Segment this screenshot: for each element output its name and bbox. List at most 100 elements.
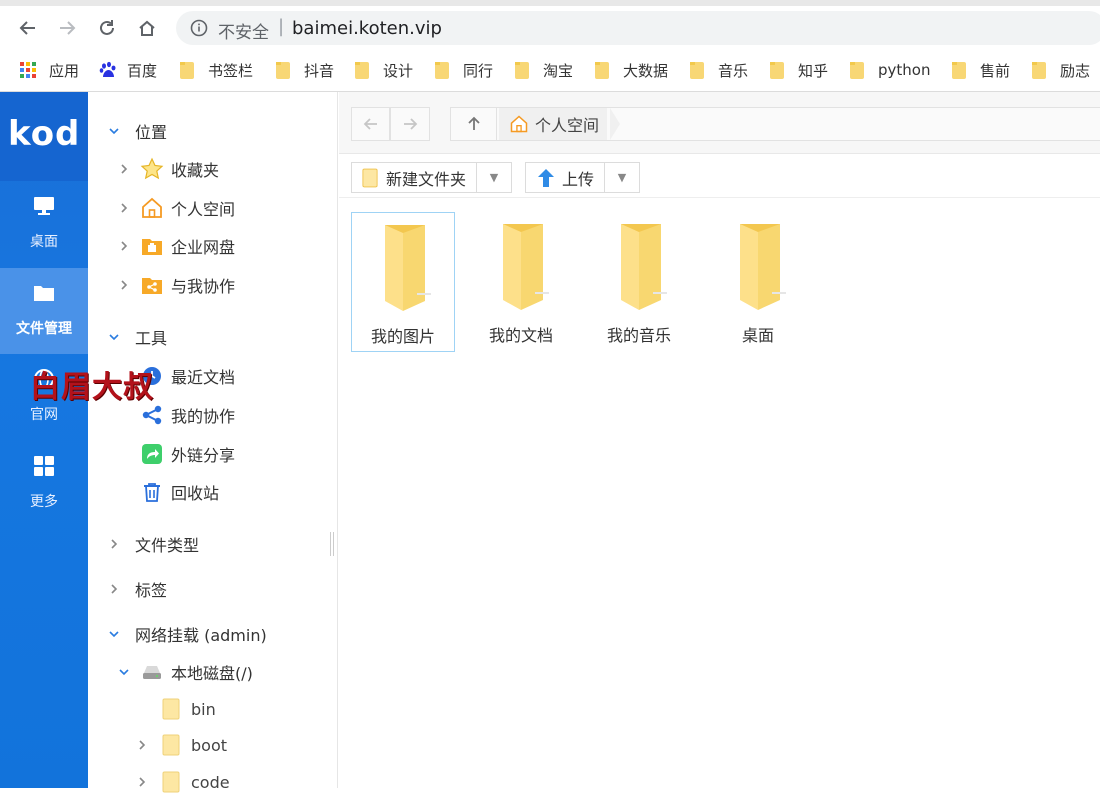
logo-area: kod — [0, 92, 88, 181]
bookmarks-bar: 应用 百度 书签栏 抖音 设计 同行 淘宝 大数据 音乐 知乎 python 售… — [0, 56, 1100, 84]
file-name: 我的音乐 — [606, 326, 671, 345]
file-item-my-documents[interactable]: 我的文档 — [469, 212, 573, 352]
tree-item-my-collaboration[interactable]: 我的协作 — [140, 402, 235, 428]
file-item-desktop[interactable]: 桌面 — [706, 212, 810, 352]
star-icon — [140, 157, 164, 181]
home-icon — [140, 196, 164, 220]
tree-item-favorites[interactable]: 收藏夹 — [118, 156, 219, 182]
chevron-right-icon[interactable] — [118, 202, 130, 214]
chevron-right-icon[interactable] — [118, 163, 130, 175]
upload-dropdown[interactable]: ▼ — [605, 163, 639, 192]
rail-item-more[interactable]: 更多 — [0, 441, 88, 527]
file-item-my-pictures[interactable]: 我的图片 — [351, 212, 455, 352]
forward-button[interactable] — [53, 14, 81, 42]
bookmark-folder[interactable]: 知乎 — [770, 56, 828, 84]
browser-chrome: 不安全 | baimei.koten.vip 应用 百度 书签栏 抖音 设计 同… — [0, 0, 1100, 92]
caret-down-icon: ▼ — [617, 171, 627, 184]
bookmark-folder[interactable]: 大数据 — [595, 56, 668, 84]
bookmark-folder[interactable]: 设计 — [355, 56, 413, 84]
baidu-paw-icon — [99, 61, 116, 77]
tree-section-network-mount[interactable]: 网络挂载 (admin) — [108, 621, 267, 647]
tab-strip — [0, 0, 1100, 6]
bookmark-folder[interactable]: 抖音 — [276, 56, 334, 84]
grid-icon — [34, 456, 54, 476]
bookmark-folder[interactable]: 励志 — [1032, 56, 1090, 84]
chevron-right-icon[interactable] — [118, 279, 130, 291]
chevron-right-icon[interactable] — [108, 538, 120, 550]
back-button[interactable] — [14, 14, 42, 42]
breadcrumb-segment[interactable]: 个人空间 — [499, 108, 608, 140]
info-icon[interactable] — [190, 19, 208, 37]
tree-section-label: 工具 — [135, 329, 168, 348]
new-folder-button[interactable]: 新建文件夹 — [352, 163, 478, 192]
tree-item-collaborate-with-me[interactable]: 与我协作 — [118, 272, 235, 298]
address-bar[interactable]: 不安全 | baimei.koten.vip — [176, 11, 1100, 45]
chevron-right-icon[interactable] — [136, 739, 148, 751]
bookmark-baidu[interactable]: 百度 — [99, 56, 157, 84]
history-back-button[interactable] — [351, 107, 390, 141]
tree-item-boot[interactable]: boot — [136, 732, 227, 758]
bookmark-apps[interactable]: 应用 — [20, 56, 79, 84]
folder-icon — [355, 61, 369, 79]
url-text[interactable]: baimei.koten.vip — [292, 18, 442, 39]
tree-item-local-disk[interactable]: 本地磁盘(/) — [118, 659, 253, 685]
kod-logo: kod — [8, 114, 81, 154]
home-button[interactable] — [133, 14, 161, 42]
new-folder-dropdown[interactable]: ▼ — [477, 163, 511, 192]
bookmark-folder[interactable]: 同行 — [435, 56, 493, 84]
chevron-right-icon[interactable] — [136, 776, 148, 788]
folder-icon — [515, 61, 529, 79]
chevron-down-icon[interactable] — [108, 331, 120, 343]
nav-rail: kod 桌面 文件管理 官网 更多 — [0, 92, 88, 788]
hard-disk-icon — [140, 660, 164, 684]
chevron-down-icon[interactable] — [108, 125, 120, 137]
tree-item-enterprise-disk[interactable]: 企业网盘 — [118, 233, 235, 259]
folder-icon — [160, 770, 184, 794]
bookmark-folder[interactable]: 售前 — [952, 56, 1010, 84]
tree-section-file-types[interactable]: 文件类型 — [108, 531, 199, 557]
tree-section-location[interactable]: 位置 — [108, 118, 167, 144]
bookmark-label: 书签栏 — [208, 61, 254, 80]
bookmark-folder[interactable]: python — [850, 56, 930, 84]
tree-item-label: 本地磁盘(/) — [171, 664, 253, 683]
chevron-down-icon[interactable] — [108, 628, 120, 640]
bookmark-folder[interactable]: 淘宝 — [515, 56, 573, 84]
bookmark-label: 应用 — [49, 61, 80, 80]
tree-item-label: 企业网盘 — [171, 238, 236, 257]
bookmark-folder[interactable]: 音乐 — [690, 56, 748, 84]
tree-section-tools[interactable]: 工具 — [108, 324, 167, 350]
tree-sidebar: 位置 收藏夹 个人空间 企业网盘 与我协作 工具 最近文档 我的协作 外链分享 … — [88, 92, 338, 793]
history-forward-button[interactable] — [390, 107, 430, 141]
tree-item-bin[interactable]: bin — [160, 696, 216, 722]
folder-icon — [160, 697, 184, 721]
go-up-button[interactable] — [451, 108, 497, 140]
tree-item-external-share[interactable]: 外链分享 — [140, 441, 235, 467]
chevron-down-icon[interactable] — [118, 666, 130, 678]
upload-arrow-icon — [538, 168, 554, 187]
folder-icon — [690, 61, 704, 79]
folder-icon — [180, 61, 194, 79]
folder-icon — [34, 286, 54, 301]
reload-button[interactable] — [93, 14, 121, 42]
insecure-label: 不安全 — [218, 23, 269, 43]
resize-handle[interactable] — [330, 532, 334, 556]
folder-icon — [770, 61, 784, 79]
chevron-right-icon[interactable] — [118, 240, 130, 252]
caret-down-icon: ▼ — [489, 171, 499, 184]
file-area: 个人空间 新建文件夹 ▼ 上传 ▼ 我的图片 我的文档 我的音乐 桌面 — [339, 92, 1100, 788]
tree-item-code[interactable]: code — [136, 769, 230, 795]
bookmark-label: 抖音 — [304, 61, 335, 80]
tree-section-tags[interactable]: 标签 — [108, 576, 167, 602]
tree-item-recent-docs[interactable]: 最近文档 — [140, 363, 235, 389]
rail-item-file-manager[interactable]: 文件管理 — [0, 268, 88, 354]
file-item-my-music[interactable]: 我的音乐 — [587, 212, 691, 352]
tree-item-personal-space[interactable]: 个人空间 — [118, 195, 235, 221]
bookmark-folder[interactable]: 书签栏 — [180, 56, 253, 84]
share-folder-icon — [140, 273, 164, 297]
chevron-right-icon[interactable] — [108, 583, 120, 595]
tree-item-label: bin — [191, 699, 216, 719]
rail-item-desktop[interactable]: 桌面 — [0, 181, 88, 267]
upload-button[interactable]: 上传 — [526, 163, 606, 192]
enterprise-folder-icon — [140, 234, 164, 258]
tree-item-recycle-bin[interactable]: 回收站 — [140, 479, 219, 505]
